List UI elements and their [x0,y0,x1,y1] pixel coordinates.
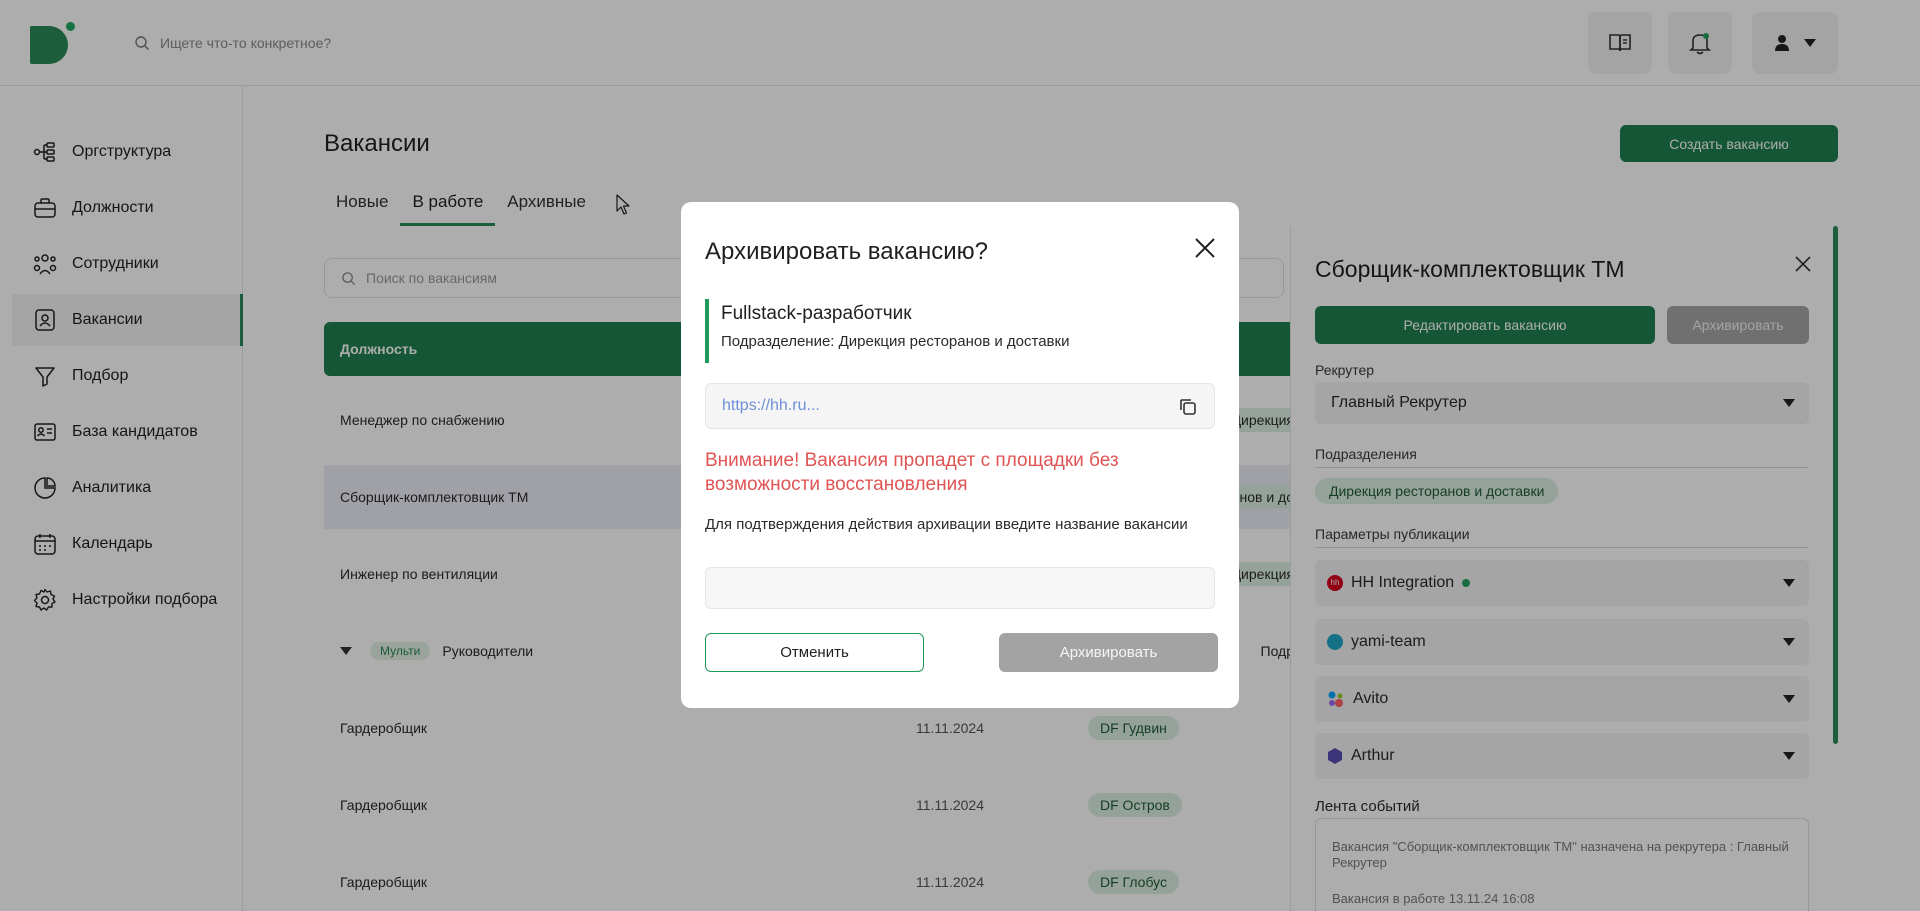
vacancy-summary-card: Fullstack-разработчик Подразделение: Дир… [705,299,1215,363]
archive-confirm-button[interactable]: Архивировать [999,633,1218,672]
copy-icon[interactable] [1178,397,1198,417]
close-icon[interactable] [1193,236,1217,260]
cancel-button[interactable]: Отменить [705,633,924,672]
vacancy-department: Подразделение: Дирекция ресторанов и дос… [721,333,1070,350]
dialog-title: Архивировать вакансию? [705,238,989,265]
vacancy-name: Fullstack-разработчик [721,303,912,324]
confirmation-hint: Для подтверждения действия архивации вве… [705,516,1188,533]
confirmation-name-input[interactable] [705,567,1215,609]
warning-message: Внимание! Вакансия пропадет с площадки б… [705,450,1119,495]
archive-vacancy-dialog: Архивировать вакансию? Fullstack-разрабо… [681,202,1239,708]
vacancy-link-field[interactable]: https://hh.ru... [705,383,1215,429]
vacancy-link[interactable]: https://hh.ru... [722,397,820,415]
